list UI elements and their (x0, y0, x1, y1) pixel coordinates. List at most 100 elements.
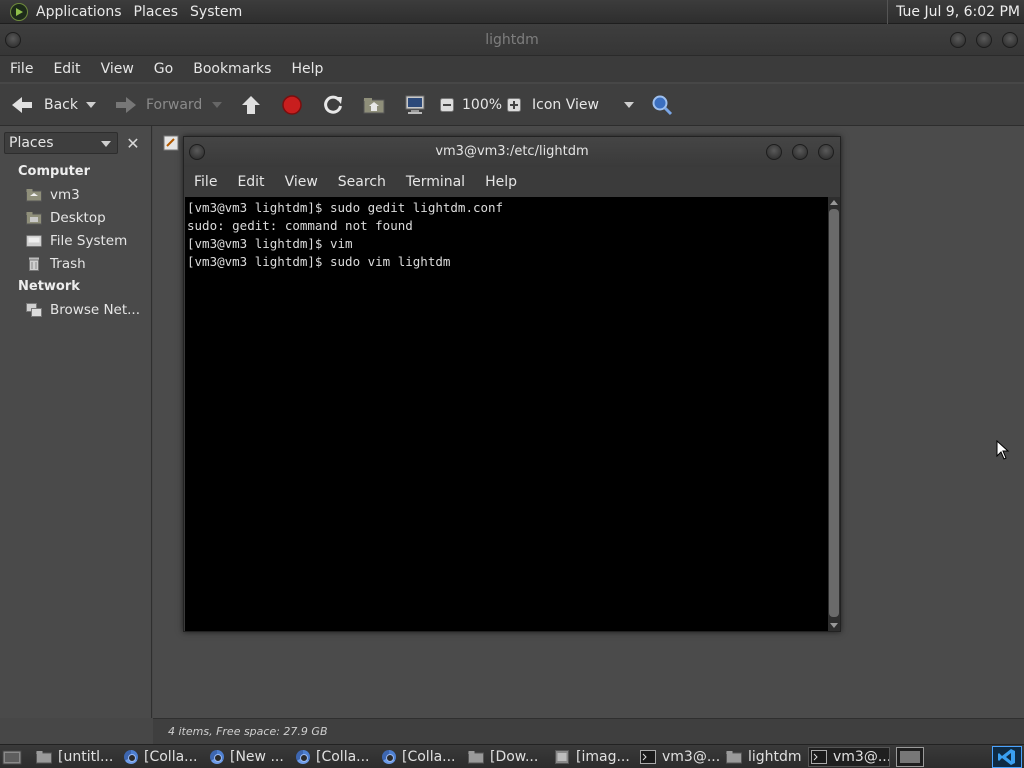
taskbar-item-label: vm3@... (833, 749, 890, 765)
sidebar-header-computer: Computer (18, 164, 91, 179)
taskbar-item-image[interactable]: [imag... (554, 747, 634, 767)
terminal-menu-file[interactable]: File (184, 174, 227, 190)
show-desktop-button[interactable] (2, 747, 26, 767)
search-icon (652, 95, 673, 116)
taskbar-item-downloads[interactable]: [Dow... (468, 747, 548, 767)
sidebar-places-label: Places (9, 135, 54, 151)
menu-view[interactable]: View (91, 61, 144, 77)
menu-applications[interactable]: Applications (30, 0, 128, 24)
maximize-button[interactable] (976, 32, 992, 48)
taskbar-item-chrome-2[interactable]: [New ... (210, 747, 290, 767)
sidebar-item-vm3[interactable]: vm3 (26, 185, 80, 205)
terminal-close-button[interactable] (818, 144, 834, 160)
terminal-menu-edit[interactable]: Edit (227, 174, 274, 190)
file-manager-title: lightdm (485, 32, 539, 48)
reload-icon (324, 95, 342, 114)
status-bar: 4 items, Free space: 27.9 GB (153, 718, 1024, 744)
menu-places[interactable]: Places (128, 0, 185, 24)
menu-file[interactable]: File (0, 61, 43, 77)
sidebar-item-browse-network[interactable]: Browse Net... (26, 300, 140, 320)
top-panel-menus: Applications Places System (0, 0, 248, 24)
taskbar-item-untitled[interactable]: [untitl... (36, 747, 116, 767)
forward-arrow-icon (116, 97, 136, 113)
taskbar-item-label: [Dow... (490, 749, 539, 765)
vscode-icon[interactable] (992, 746, 1022, 768)
home-folder-icon (26, 189, 42, 202)
terminal-titlebar[interactable]: vm3@vm3:/etc/lightdm (184, 137, 840, 167)
workspace-switcher[interactable] (896, 747, 924, 767)
taskbar-item-terminal-2[interactable]: vm3@... (808, 747, 890, 767)
back-button[interactable]: Back (10, 84, 78, 126)
terminal-minimize-button[interactable] (766, 144, 782, 160)
bottom-taskbar: [untitl... [Colla... [New ... [Colla... … (0, 744, 1024, 768)
taskbar-item-chrome-3[interactable]: [Colla... (296, 747, 376, 767)
applications-logo-icon[interactable] (10, 2, 28, 21)
menu-edit[interactable]: Edit (43, 61, 90, 77)
terminal-icon (811, 750, 827, 764)
computer-button[interactable] (404, 84, 426, 126)
places-sidebar: Places ✕ Computer vm3 Desktop File Syste… (0, 126, 152, 718)
reload-button[interactable] (322, 84, 344, 126)
taskbar-item-label: lightdm (748, 749, 802, 765)
stop-button[interactable] (281, 84, 303, 126)
scrollbar-thumb[interactable] (829, 209, 839, 617)
terminal-menu-search[interactable]: Search (328, 174, 396, 190)
sidebar-item-file-system[interactable]: File System (26, 231, 127, 251)
search-button[interactable] (651, 84, 673, 126)
terminal-maximize-button[interactable] (792, 144, 808, 160)
clock[interactable]: Tue Jul 9, 6:02 PM (887, 0, 1024, 24)
file-manager-menubar: File Edit View Go Bookmarks Help (0, 56, 1024, 82)
close-button[interactable] (1002, 32, 1018, 48)
drive-icon (26, 235, 42, 247)
sidebar-item-label: vm3 (50, 187, 80, 203)
taskbar-item-lightdm[interactable]: lightdm (726, 747, 806, 767)
home-button[interactable] (363, 84, 385, 126)
menu-bookmarks[interactable]: Bookmarks (183, 61, 281, 77)
back-arrow-icon (12, 97, 32, 113)
edit-location-icon[interactable] (163, 135, 179, 151)
zoom-out-button[interactable] (440, 84, 454, 126)
forward-button[interactable]: Forward (114, 84, 202, 126)
terminal-line: sudo: gedit: command not found (187, 218, 413, 233)
network-icon (26, 303, 42, 317)
terminal-screen[interactable]: [vm3@vm3 lightdm]$ sudo gedit lightdm.co… (185, 197, 828, 631)
chrome-icon (382, 750, 396, 764)
minimize-button[interactable] (950, 32, 966, 48)
taskbar-item-terminal-1[interactable]: vm3@... (640, 747, 720, 767)
zoom-in-button[interactable] (507, 84, 521, 126)
view-mode-dropdown[interactable] (624, 84, 634, 126)
forward-label: Forward (146, 97, 203, 113)
back-history-dropdown[interactable] (86, 84, 96, 126)
view-mode-select[interactable]: Icon View (532, 84, 599, 126)
file-manager-titlebar[interactable]: lightdm (0, 24, 1024, 56)
taskbar-item-chrome-1[interactable]: [Colla... (124, 747, 204, 767)
menu-go[interactable]: Go (144, 61, 183, 77)
sidebar-item-trash[interactable]: Trash (26, 254, 86, 274)
taskbar-item-chrome-4[interactable]: [Colla... (382, 747, 462, 767)
sidebar-item-label: Browse Net... (50, 302, 141, 318)
zoom-level[interactable]: 100% (462, 84, 502, 126)
sidebar-places-select[interactable]: Places (4, 132, 118, 154)
zoom-in-icon (507, 98, 521, 112)
up-arrow-icon (242, 96, 260, 114)
mouse-cursor-icon (996, 440, 1010, 460)
sidebar-item-desktop[interactable]: Desktop (26, 208, 106, 228)
menu-help[interactable]: Help (281, 61, 333, 77)
view-mode-label: Icon View (532, 97, 599, 113)
terminal-menu-help[interactable]: Help (475, 174, 527, 190)
forward-history-dropdown[interactable] (212, 84, 222, 126)
scroll-up-icon[interactable] (830, 200, 838, 205)
scroll-down-icon[interactable] (830, 623, 838, 628)
terminal-menu-terminal[interactable]: Terminal (396, 174, 475, 190)
terminal-menu-view[interactable]: View (275, 174, 328, 190)
taskbar-item-label: [Colla... (316, 749, 370, 765)
sidebar-close-icon[interactable]: ✕ (122, 132, 144, 154)
chevron-down-icon (101, 141, 111, 147)
chrome-icon (296, 750, 310, 764)
computer-icon (405, 95, 425, 114)
menu-system[interactable]: System (184, 0, 248, 24)
taskbar-item-label: [Colla... (402, 749, 456, 765)
up-button[interactable] (240, 84, 262, 126)
stop-icon (282, 95, 302, 115)
terminal-scrollbar[interactable] (828, 197, 840, 631)
